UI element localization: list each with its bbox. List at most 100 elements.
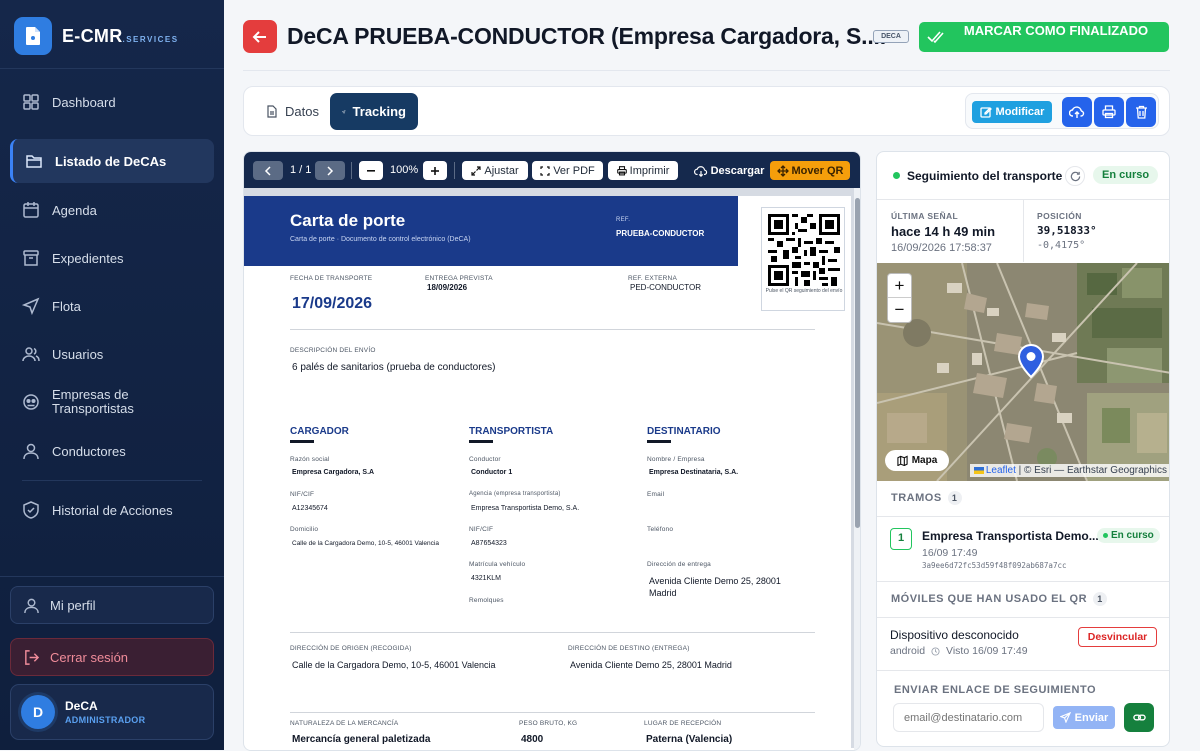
- page-indicator: 1 / 1: [290, 164, 312, 176]
- qr-code[interactable]: Pulse el QR seguimiento del envío: [761, 207, 845, 311]
- field-value: Empresa Cargadora, S.A: [292, 469, 375, 476]
- tramo-index: 1: [890, 528, 912, 550]
- sidebar-item-label: Usuarios: [52, 346, 104, 362]
- field-label: Domicilio: [290, 526, 319, 533]
- tracking-map[interactable]: + − Mapa Leaflet | © Esri — Earthstar Ge…: [877, 263, 1169, 481]
- print-pdf-label: Imprimir: [629, 164, 670, 177]
- app-logo[interactable]: E-CMR.SERVICES: [14, 17, 179, 55]
- scrollbar-thumb[interactable]: [855, 198, 860, 528]
- next-page-button[interactable]: [315, 161, 345, 180]
- zoom-in-button[interactable]: [423, 161, 447, 180]
- logout-button[interactable]: Cerrar sesión: [10, 638, 214, 676]
- company-icon: [23, 394, 39, 410]
- sidebar-item-historial[interactable]: Historial de Acciones: [10, 488, 214, 532]
- tracking-panel: Seguimiento del transporte En curso ÚLTI…: [876, 151, 1170, 747]
- print-pdf-button[interactable]: Imprimir: [608, 161, 678, 180]
- user-role: ADMINISTRADOR: [65, 715, 146, 725]
- device-name: Dispositivo desconocido: [890, 628, 1019, 642]
- field-label: NIF/CIF: [469, 526, 494, 533]
- print-button[interactable]: [1094, 97, 1124, 127]
- clock-icon: [931, 646, 940, 656]
- sidebar-item-listado[interactable]: Listado de DeCAs: [10, 139, 214, 183]
- profile-button[interactable]: Mi perfil: [10, 586, 214, 624]
- refresh-button[interactable]: [1065, 166, 1085, 186]
- sidebar-item-flota[interactable]: Flota: [10, 284, 214, 328]
- upload-cloud-button[interactable]: [1062, 97, 1092, 127]
- divider: [351, 162, 352, 179]
- field-label: Dirección de entrega: [647, 561, 711, 568]
- tab-bar: Datos Tracking Modificar: [243, 86, 1170, 136]
- moviles-label: MÓVILES QUE HAN USADO EL QR: [891, 593, 1088, 605]
- status-dot: [893, 172, 900, 179]
- sidebar-item-dashboard[interactable]: Dashboard: [10, 80, 214, 124]
- map-zoom-in-button[interactable]: +: [888, 274, 911, 298]
- tramo-status: En curso: [1111, 530, 1154, 541]
- zoom-out-button[interactable]: [359, 161, 383, 180]
- field-label: NATURALEZA DE LA MERCANCÍA: [290, 720, 399, 727]
- fit-button[interactable]: Ajustar: [462, 161, 528, 180]
- unlink-device-button[interactable]: Desvincular: [1078, 627, 1157, 647]
- sidebar-item-expedientes[interactable]: Expedientes: [10, 236, 214, 280]
- leaflet-link[interactable]: Leaflet: [986, 465, 1016, 476]
- send-button[interactable]: Enviar: [1053, 706, 1115, 729]
- sidebar-item-label: Flota: [52, 298, 81, 314]
- view-pdf-button[interactable]: Ver PDF: [532, 161, 603, 180]
- copy-link-button[interactable]: [1124, 703, 1154, 732]
- section-title-destinatario: DESTINATARIO: [647, 426, 721, 437]
- tab-tracking[interactable]: Tracking: [330, 93, 418, 130]
- map-layer-button[interactable]: Mapa: [885, 450, 949, 471]
- modify-button[interactable]: Modificar: [972, 101, 1052, 123]
- tab-datos[interactable]: Datos: [254, 93, 331, 130]
- email-input[interactable]: [893, 703, 1044, 732]
- sidebar-item-label: Agenda: [52, 202, 97, 218]
- field-label: Conductor: [469, 456, 501, 463]
- moviles-count: 1: [1093, 592, 1108, 606]
- sidebar-item-conductores[interactable]: Conductores: [10, 429, 214, 473]
- transport-date: 17/09/2026: [292, 295, 373, 312]
- prev-page-button[interactable]: [253, 161, 283, 180]
- map-zoom-out-button[interactable]: −: [888, 298, 911, 322]
- user-card[interactable]: D DeCA ADMINISTRADOR: [10, 684, 214, 740]
- attribution-text: | © Esri — Earthstar Geographics: [1018, 465, 1167, 476]
- avatar: D: [21, 695, 55, 729]
- pdf-scrollbar[interactable]: [854, 188, 860, 750]
- refresh-icon: [1070, 171, 1080, 181]
- qr-code-icon: [768, 214, 840, 286]
- divider: [243, 70, 1170, 71]
- divider: [0, 576, 224, 577]
- sidebar-item-empresas[interactable]: Empresas de Transportistas: [10, 380, 214, 424]
- field-value: Calle de la Cargadora Demo, 10-5, 46001 …: [292, 540, 439, 547]
- sidebar-item-usuarios[interactable]: Usuarios: [10, 332, 214, 376]
- pdf-viewer: 1 / 1 100% Ajustar Ver PDF Imprimir Desc…: [243, 151, 861, 751]
- users-icon: [22, 347, 40, 362]
- location-pin-icon[interactable]: [1018, 344, 1044, 378]
- back-button[interactable]: [243, 20, 277, 53]
- modify-label: Modificar: [995, 106, 1045, 118]
- page-title: DeCA PRUEBA-CONDUCTOR (Empresa Cargadora…: [287, 23, 886, 49]
- divider: [290, 329, 815, 330]
- field-value: 4321KLM: [471, 575, 501, 582]
- map-icon: [897, 455, 908, 466]
- field-label: LUGAR DE RECEPCIÓN: [644, 720, 722, 727]
- section-title-transportista: TRANSPORTISTA: [469, 426, 554, 437]
- sidebar-item-agenda[interactable]: Agenda: [10, 188, 214, 232]
- tramo-row[interactable]: 1 Empresa Transportista Demo... En curso…: [877, 517, 1169, 580]
- download-button[interactable]: Descargar: [692, 161, 766, 180]
- zoom-level: 100%: [390, 164, 419, 176]
- latitude: 39,51833°: [1037, 224, 1097, 237]
- chevron-left-icon: [264, 165, 271, 176]
- tramos-label: TRAMOS: [891, 492, 942, 504]
- field-value: Empresa Destinataria, S.A.: [649, 469, 739, 476]
- field-value: Empresa Transportista Demo, S.A.: [471, 505, 580, 512]
- status-badge: En curso: [1093, 166, 1159, 184]
- user-icon: [24, 598, 39, 613]
- pdf-canvas[interactable]: Carta de porte Carta de porte · Document…: [244, 188, 854, 750]
- ref-label: REF.: [616, 217, 631, 223]
- move-qr-button[interactable]: Mover QR: [770, 161, 850, 180]
- delete-button[interactable]: [1126, 97, 1156, 127]
- grid-icon: [23, 94, 39, 110]
- action-toolbar: Modificar: [965, 93, 1159, 129]
- sidebar-item-label: Conductores: [52, 443, 126, 459]
- printer-icon: [1102, 105, 1116, 119]
- mark-finished-button[interactable]: MARCAR COMO FINALIZADO: [919, 22, 1169, 52]
